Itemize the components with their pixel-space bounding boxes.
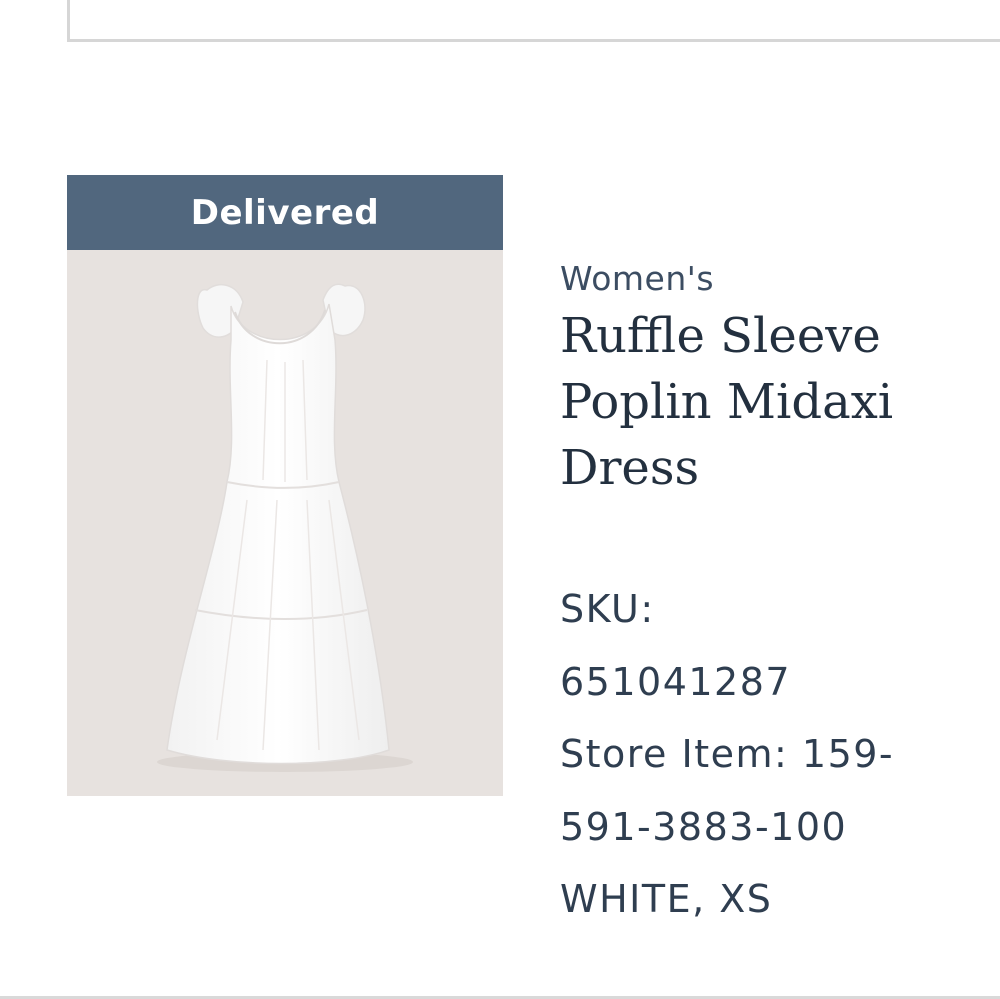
product-details: Women's Ruffle Sleeve Poplin Midaxi Dres… — [560, 255, 980, 936]
variant-color-size: WHITE, XS — [560, 877, 773, 921]
dress-photo-icon — [157, 283, 413, 772]
sku-value: 651041287 — [560, 659, 792, 704]
product-name[interactable]: Ruffle Sleeve Poplin Midaxi Dress — [560, 303, 920, 501]
store-item-line-1: Store Item: 159- — [560, 732, 895, 776]
delivery-status-banner: Delivered — [67, 175, 503, 250]
store-item-line-2: 591-3883-100 — [560, 804, 848, 849]
order-item-card[interactable]: Delivered — [67, 175, 503, 796]
sku-label: SKU: — [560, 587, 655, 631]
product-attributes: SKU: 651041287 Store Item: 159- 591-3883… — [560, 573, 980, 936]
product-image[interactable] — [67, 250, 503, 796]
product-category: Women's — [560, 259, 715, 298]
previous-card-edge — [67, 0, 1000, 42]
status-label: Delivered — [190, 192, 380, 233]
